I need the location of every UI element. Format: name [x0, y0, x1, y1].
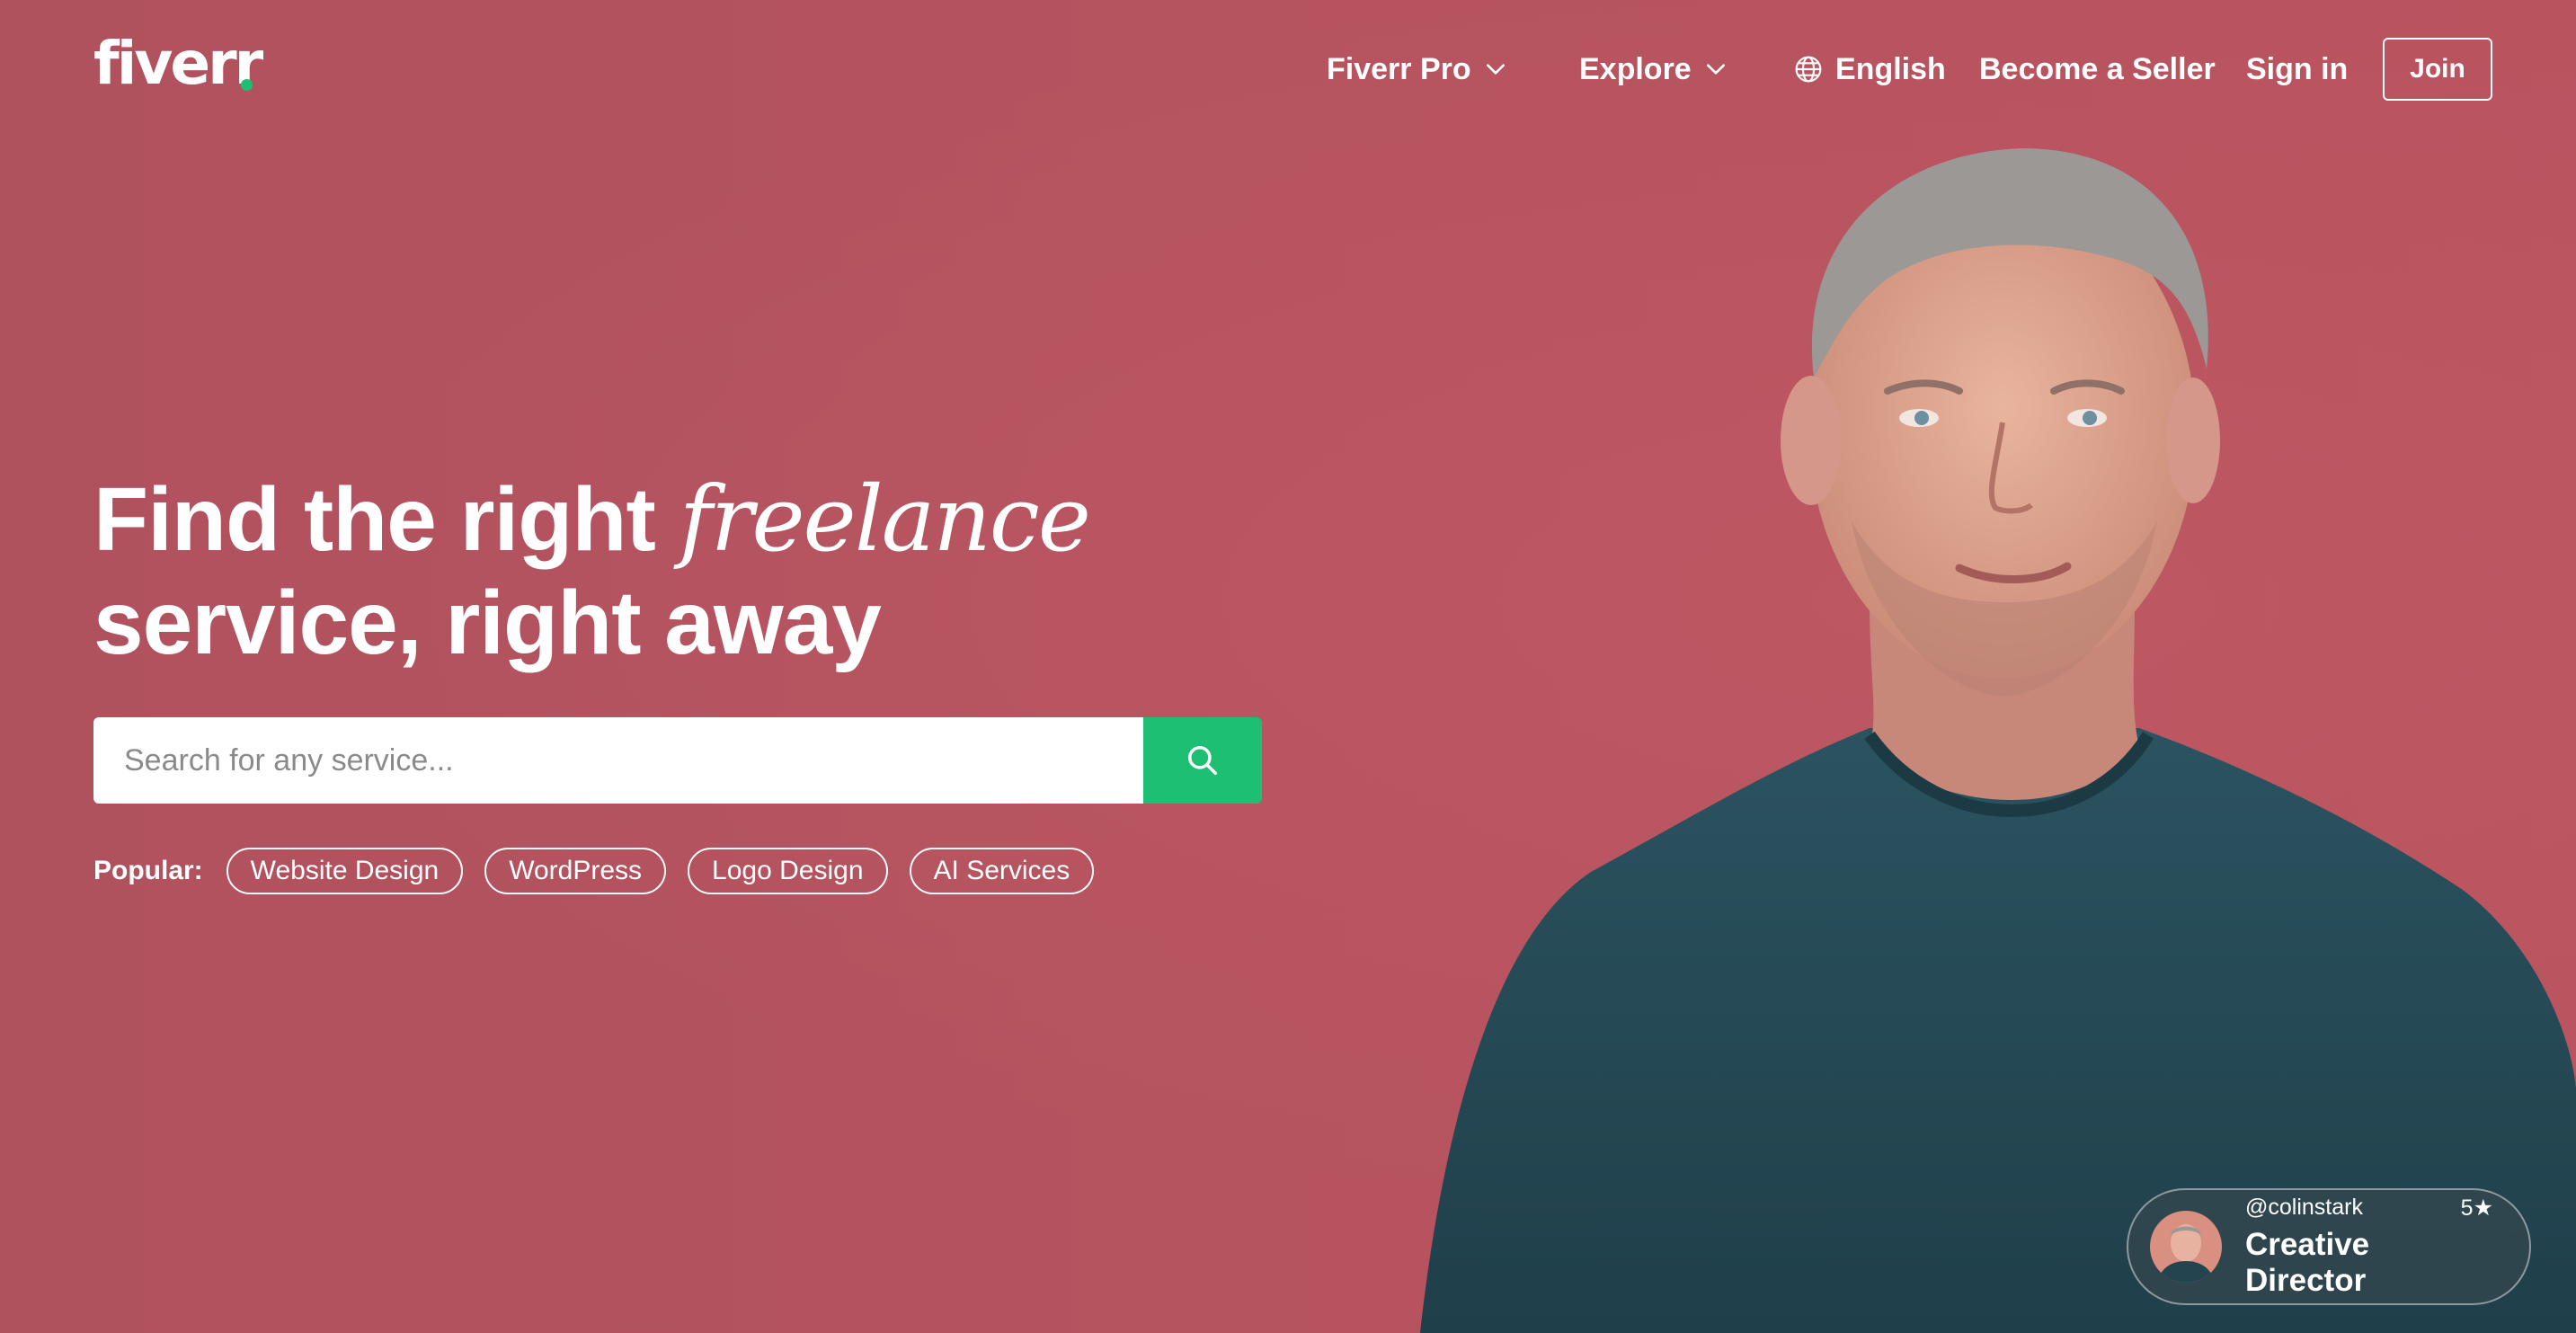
headline-emphasis: freelance — [679, 467, 1091, 572]
nav-fiverr-pro-label: Fiverr Pro — [1327, 51, 1471, 86]
nav-sign-in[interactable]: Sign in — [2246, 47, 2348, 92]
chevron-down-icon — [1706, 64, 1725, 75]
search-button[interactable] — [1143, 717, 1262, 804]
search-bar — [93, 717, 1262, 804]
hero-headline: Find the right freelance service, right … — [93, 467, 1091, 675]
logo-dot — [241, 79, 253, 91]
avatar — [2150, 1211, 2222, 1283]
globe-icon — [1795, 56, 1822, 83]
nav-language-label: English — [1835, 51, 1946, 86]
popular-tag-wordpress[interactable]: WordPress — [484, 848, 667, 894]
nav-language[interactable]: English — [1794, 47, 1946, 92]
nav-explore[interactable]: Explore — [1579, 47, 1728, 92]
search-icon — [1188, 746, 1217, 775]
hero-person-image — [1420, 148, 2576, 1333]
chevron-down-icon — [1486, 64, 1505, 75]
seller-profile-card[interactable]: @colinstark 5★ Creative Director — [2127, 1188, 2531, 1305]
popular-tag-ai-services[interactable]: AI Services — [909, 848, 1095, 894]
seller-role: Creative Director — [2245, 1227, 2370, 1298]
search-input[interactable] — [93, 717, 1143, 804]
nav-explore-label: Explore — [1579, 51, 1692, 86]
nav-become-seller[interactable]: Become a Seller — [1979, 47, 2216, 92]
seller-info: @colinstark 5★ Creative Director — [2245, 1195, 2493, 1299]
headline-part2: service, right away — [93, 573, 882, 673]
fiverr-logo[interactable]: fiverr — [93, 34, 263, 93]
seller-handle: @colinstark — [2245, 1195, 2363, 1220]
popular-tag-logo-design[interactable]: Logo Design — [688, 848, 888, 894]
popular-label: Popular: — [93, 856, 203, 885]
top-navigation: fiverr Fiverr Pro Explore English Become… — [0, 0, 2576, 139]
popular-tags: Popular: Website Design WordPress Logo D… — [93, 846, 1115, 896]
join-button[interactable]: Join — [2383, 38, 2492, 101]
popular-tag-website-design[interactable]: Website Design — [226, 848, 464, 894]
seller-rating: 5★ — [2460, 1195, 2493, 1221]
headline-part1: Find the right — [93, 469, 680, 570]
nav-fiverr-pro[interactable]: Fiverr Pro — [1327, 47, 1507, 92]
